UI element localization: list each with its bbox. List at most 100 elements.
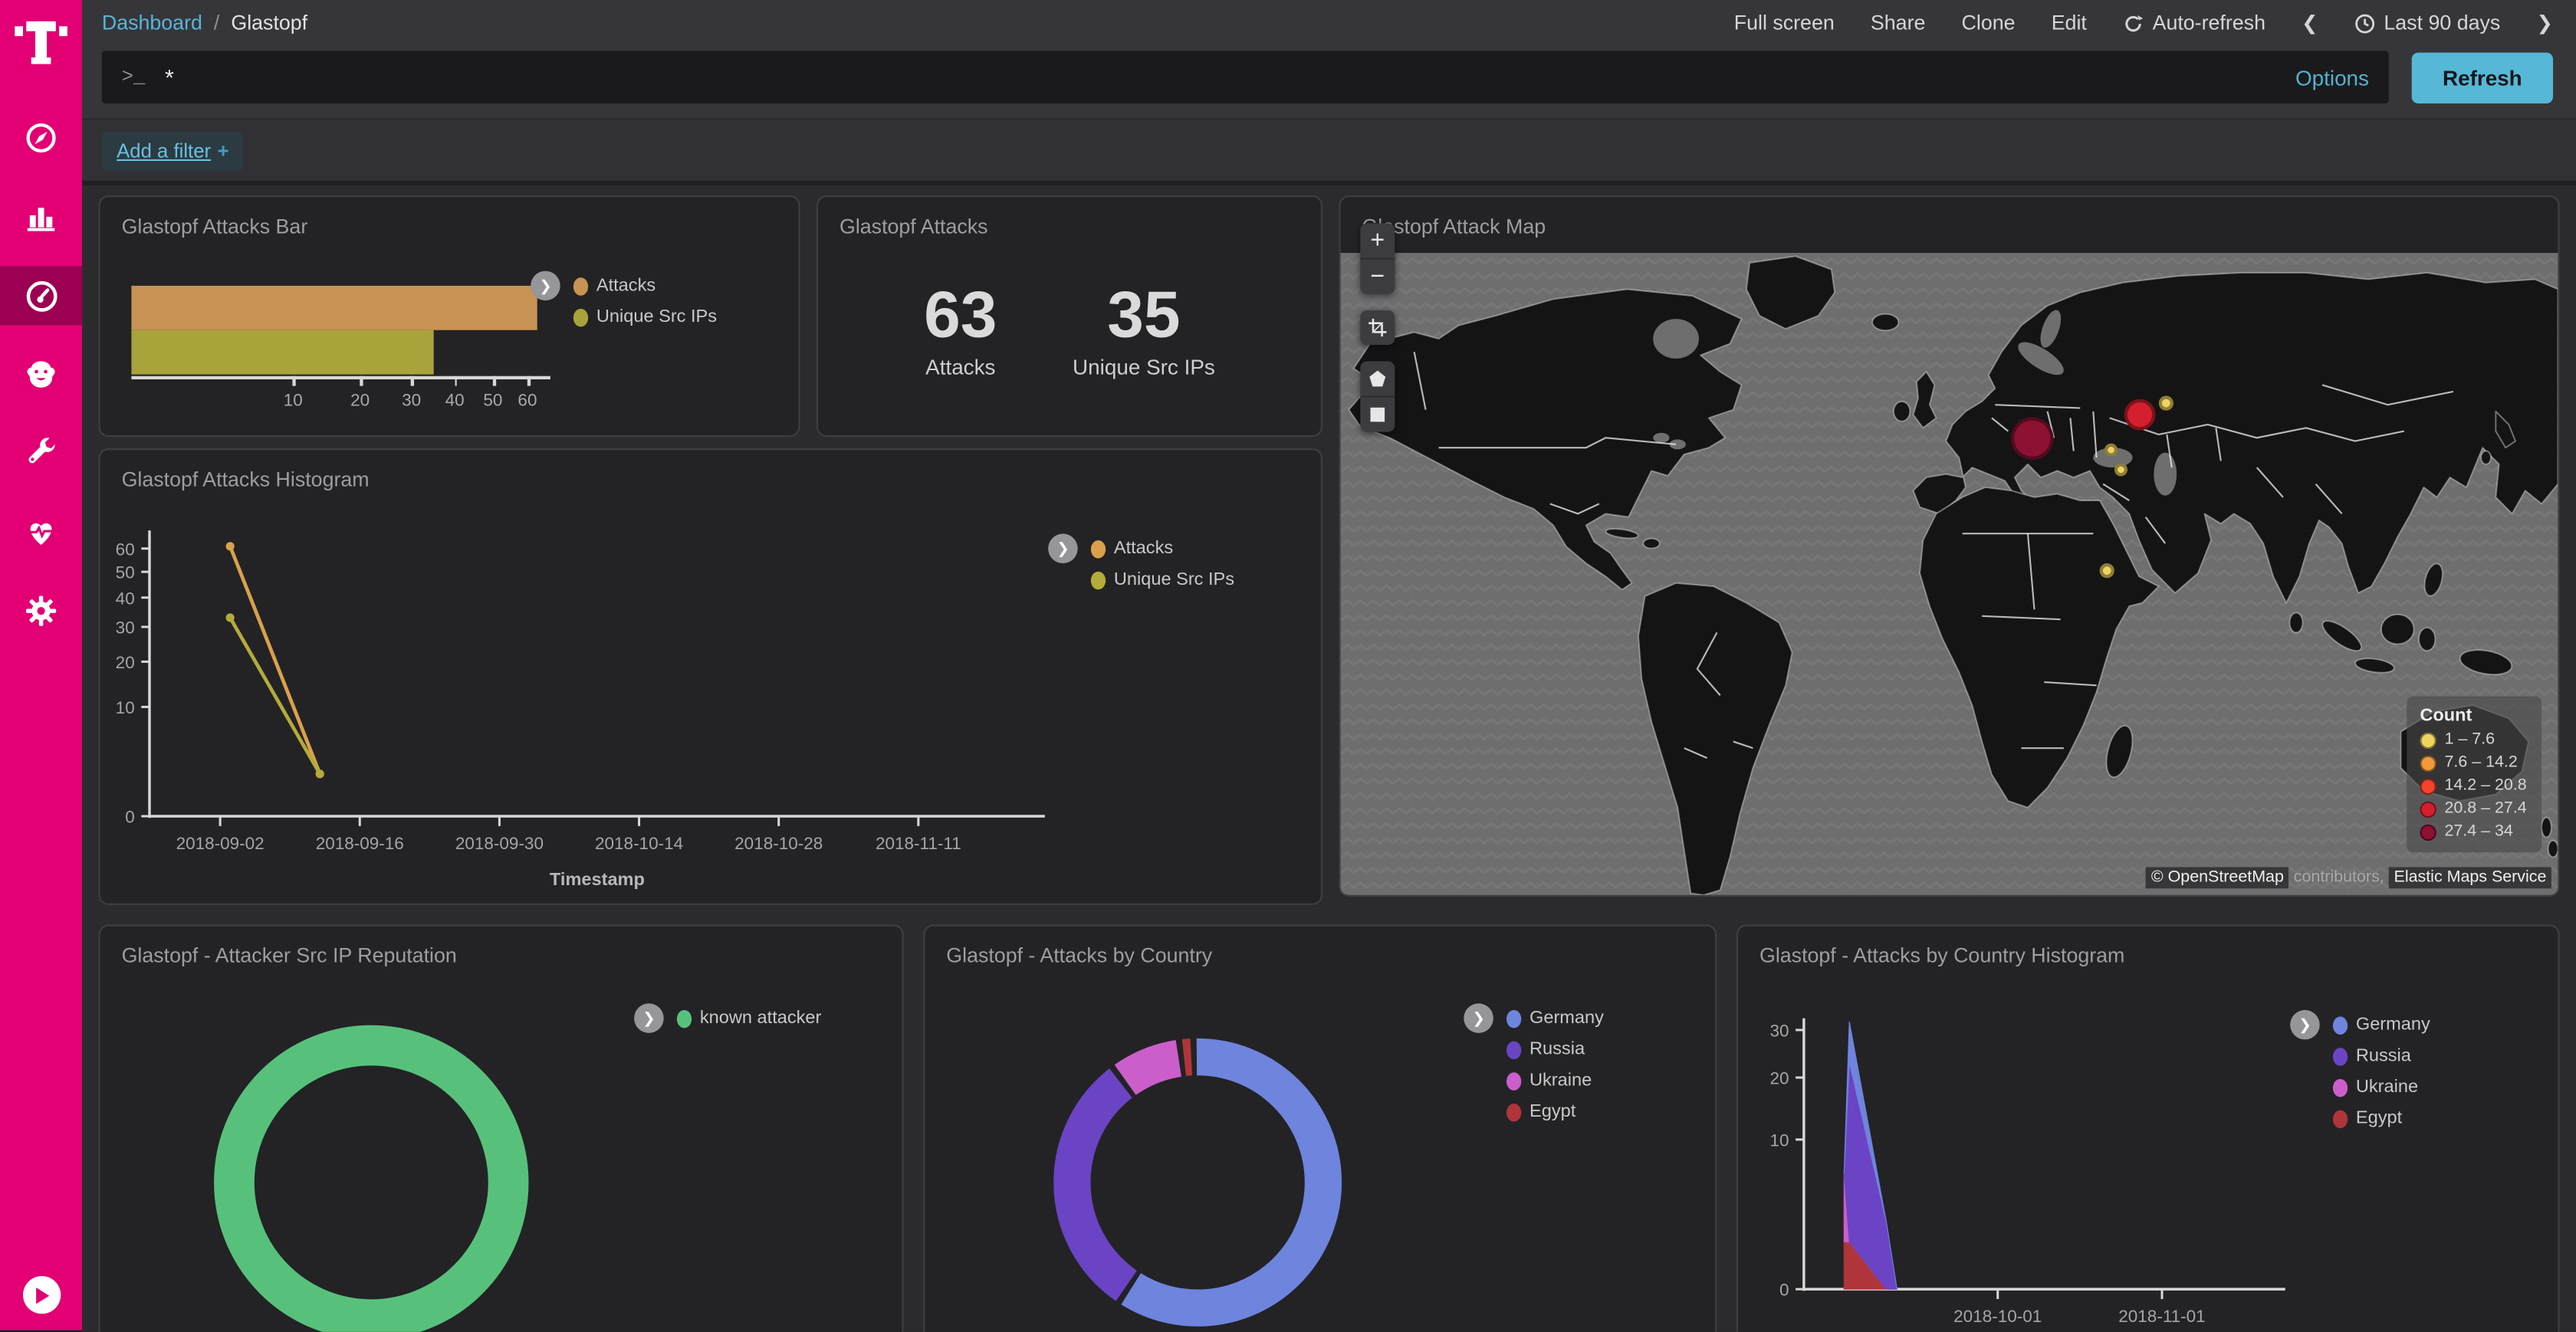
legend-item[interactable]: Unique Src IPs xyxy=(573,307,717,327)
clone-button[interactable]: Clone xyxy=(1962,11,2016,34)
legend-item[interactable]: Egypt xyxy=(1506,1102,1604,1122)
breadcrumb-separator: / xyxy=(214,11,219,34)
legend: ❯GermanyRussiaUkraineEgypt xyxy=(2333,1015,2430,1140)
t-mobile-logo[interactable] xyxy=(0,0,82,85)
sidebar-item-visualize[interactable] xyxy=(0,187,82,246)
legend-item[interactable]: Russia xyxy=(2333,1046,2430,1066)
panel-attacks-bar: Glastopf Attacks Bar 102030405060 ❯Attac… xyxy=(99,195,800,437)
legend-item[interactable]: Germany xyxy=(1506,1009,1604,1029)
legend-item[interactable]: Attacks xyxy=(1091,539,1234,559)
src-ip-reputation-donut[interactable] xyxy=(196,1007,547,1332)
panel-attacks-by-country-histogram: Glastopf - Attacks by Country Histogram … xyxy=(1737,924,2560,1331)
filter-bar: Add a filter+ xyxy=(82,118,2576,180)
auto-refresh-button[interactable]: Auto-refresh xyxy=(2123,11,2266,34)
legend: ❯AttacksUnique Src IPs xyxy=(1091,539,1234,601)
map-draw-polygon-button[interactable] xyxy=(1360,361,1395,395)
legend-toggle-chevron-icon[interactable]: ❯ xyxy=(2290,1010,2320,1040)
legend: ❯AttacksUnique Src IPs xyxy=(573,276,717,338)
edit-button[interactable]: Edit xyxy=(2052,11,2087,34)
data-point[interactable] xyxy=(316,769,324,778)
map-fit-bounds-button[interactable] xyxy=(1360,310,1395,345)
refresh-button[interactable]: Refresh xyxy=(2412,52,2553,103)
svg-text:30: 30 xyxy=(116,618,135,638)
bar-attacks[interactable] xyxy=(131,286,537,330)
sidebar-item-dashboard[interactable] xyxy=(0,266,82,325)
svg-text:2018-10-01: 2018-10-01 xyxy=(1953,1307,2042,1326)
data-point[interactable] xyxy=(226,542,235,550)
svg-text:Timestamp: Timestamp xyxy=(550,869,645,889)
options-link[interactable]: Options xyxy=(2295,65,2369,90)
legend-item[interactable]: Attacks xyxy=(573,276,717,296)
line-series[interactable] xyxy=(230,546,320,774)
legend-toggle-chevron-icon[interactable]: ❯ xyxy=(634,1003,664,1033)
query-text[interactable]: * xyxy=(165,64,2295,90)
sidebar-item-timelion[interactable] xyxy=(0,345,82,404)
map-point[interactable] xyxy=(2114,463,2128,476)
metric: 63Attacks xyxy=(924,283,997,379)
legend-item[interactable]: Egypt xyxy=(2333,1108,2430,1128)
sidebar-item-discover[interactable] xyxy=(0,108,82,167)
legend-item[interactable]: known attacker xyxy=(677,1009,822,1029)
pentagon-icon xyxy=(1367,368,1388,389)
dashboard-grid: Glastopf Attacks Bar 102030405060 ❯Attac… xyxy=(82,185,2576,1332)
map-attribution: © OpenStreetMap contributors, Elastic Ma… xyxy=(2146,867,2551,888)
map-point[interactable] xyxy=(2104,443,2118,456)
osm-link[interactable]: © OpenStreetMap xyxy=(2146,867,2288,888)
sidebar-expand-button[interactable] xyxy=(22,1276,60,1314)
sidebar-item-dev-tools[interactable] xyxy=(0,424,82,483)
legend-color-dot xyxy=(1506,1103,1521,1121)
add-filter-button[interactable]: Add a filter+ xyxy=(102,130,244,169)
world-map[interactable]: Count1 – 7.67.6 – 14.214.2 – 20.820.8 – … xyxy=(1341,253,2558,895)
line-series[interactable] xyxy=(230,618,320,774)
legend-color-dot xyxy=(1091,540,1106,558)
heart-pulse-icon xyxy=(23,514,59,550)
data-point[interactable] xyxy=(226,613,235,622)
time-picker-button[interactable]: Last 90 days xyxy=(2354,11,2500,34)
map-point[interactable] xyxy=(2124,399,2155,431)
legend-item[interactable]: Germany xyxy=(2333,1015,2430,1035)
map-draw-rectangle-button[interactable] xyxy=(1360,395,1395,431)
svg-text:60: 60 xyxy=(116,540,135,559)
breadcrumb-dashboard-link[interactable]: Dashboard xyxy=(102,11,202,34)
bar-unique-src-ips[interactable] xyxy=(131,330,433,375)
ems-link[interactable]: Elastic Maps Service xyxy=(2389,867,2551,888)
legend-item[interactable]: Ukraine xyxy=(1506,1071,1604,1091)
metric-value: 35 xyxy=(1073,283,1215,349)
map-zoom-in-button[interactable]: + xyxy=(1360,223,1395,258)
legend-color-dot xyxy=(573,277,588,295)
x-axis-tick xyxy=(527,376,530,386)
svg-text:50: 50 xyxy=(116,563,135,582)
map-legend-item: 7.6 – 14.2 xyxy=(2420,754,2526,773)
svg-text:2018-09-02: 2018-09-02 xyxy=(176,834,264,853)
map-legend-dot xyxy=(2420,778,2436,794)
legend-item[interactable]: Ukraine xyxy=(2333,1078,2430,1097)
legend-toggle-chevron-icon[interactable]: ❯ xyxy=(1048,533,1078,563)
panel-attacks-metric: Glastopf Attacks 63Attacks35Unique Src I… xyxy=(816,195,1322,437)
legend-toggle-chevron-icon[interactable]: ❯ xyxy=(531,271,560,301)
attacks-by-country-donut[interactable] xyxy=(1037,1022,1359,1332)
x-axis-tick xyxy=(360,376,363,386)
time-back-chevron[interactable]: ❮ xyxy=(2302,11,2318,34)
share-button[interactable]: Share xyxy=(1871,11,1925,34)
map-legend-item: 20.8 – 27.4 xyxy=(2420,800,2526,819)
full-screen-button[interactable]: Full screen xyxy=(1734,11,1835,34)
legend-item[interactable]: Unique Src IPs xyxy=(1091,570,1234,590)
map-zoom-out-button[interactable]: − xyxy=(1360,258,1395,294)
svg-text:10: 10 xyxy=(1770,1130,1789,1150)
attacks-by-country-histogram-chart[interactable]: 01020302018-10-012018-11-01Timestamp xyxy=(1738,927,2559,1332)
sidebar-item-management[interactable] xyxy=(0,582,82,641)
donut-slice[interactable] xyxy=(234,1045,508,1320)
attacks-histogram-chart[interactable]: 01020304050602018-09-022018-09-162018-09… xyxy=(100,450,1322,905)
query-input[interactable]: >_ * Options xyxy=(102,51,2389,103)
legend-item[interactable]: Russia xyxy=(1506,1039,1604,1059)
map-count-legend: Count1 – 7.67.6 – 14.214.2 – 20.820.8 – … xyxy=(2407,697,2542,853)
legend-label: Egypt xyxy=(1530,1102,1576,1122)
map-legend-dot xyxy=(2420,732,2436,748)
legend-toggle-chevron-icon[interactable]: ❯ xyxy=(1464,1003,1493,1033)
sidebar-item-monitoring[interactable] xyxy=(0,503,82,562)
svg-text:2018-10-14: 2018-10-14 xyxy=(595,834,683,853)
time-forward-chevron[interactable]: ❯ xyxy=(2536,11,2553,34)
breadcrumb-current: Glastopf xyxy=(231,11,307,34)
svg-text:20: 20 xyxy=(1770,1069,1789,1088)
legend-color-dot xyxy=(573,308,588,326)
